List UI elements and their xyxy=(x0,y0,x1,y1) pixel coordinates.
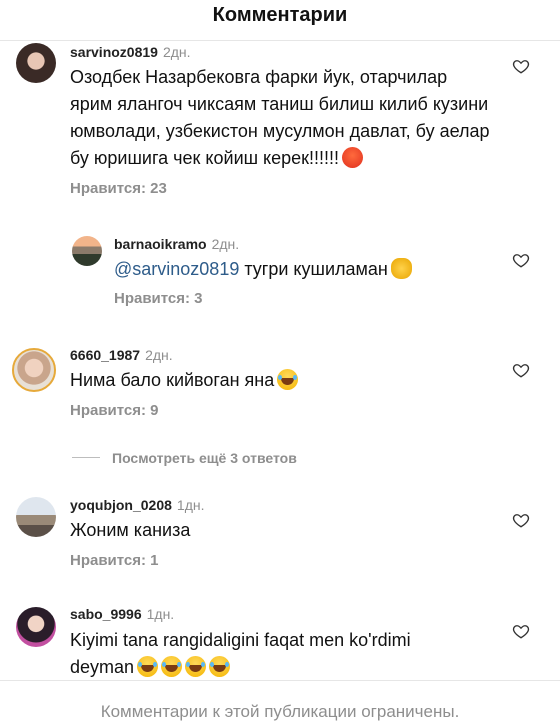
comment-username[interactable]: 6660_1987 2дн. xyxy=(70,347,173,363)
comment-text: @sarvinoz0819 тугри кушиламан xyxy=(114,256,484,283)
mention-link[interactable]: @sarvinoz0819 xyxy=(114,259,239,279)
comment-text: Нима бало кийвоган яна xyxy=(70,367,490,394)
tears-of-joy-icon xyxy=(185,656,207,677)
heart-icon[interactable] xyxy=(512,361,530,379)
comment-username[interactable]: sabo_9996 1дн. xyxy=(70,606,174,622)
comment-body: тугри кушиламан xyxy=(239,259,388,279)
avatar[interactable] xyxy=(16,607,56,647)
clapping-hands-icon xyxy=(390,258,412,279)
comment-body: Жоним каниза xyxy=(70,520,191,540)
comment-text: Озодбек Назарбековга фарки йук, отарчила… xyxy=(70,64,490,172)
comment-username[interactable]: yoqubjon_0208 1дн. xyxy=(70,497,205,513)
heart-icon[interactable] xyxy=(512,622,530,640)
comment-likes[interactable]: Нравится: 9 xyxy=(70,402,159,419)
comment-username[interactable]: barnaoikramo 2дн. xyxy=(114,236,239,252)
view-more-replies-button[interactable]: Посмотреть ещё 3 ответов xyxy=(72,449,297,467)
comment-time: 2дн. xyxy=(145,347,173,363)
comment-body: Нима бало кийвоган яна xyxy=(70,370,275,390)
header: Комментарии xyxy=(0,0,560,32)
avatar[interactable] xyxy=(12,348,56,392)
replies-divider-line xyxy=(72,457,100,459)
avatar[interactable] xyxy=(16,43,56,83)
tears-of-joy-icon xyxy=(137,656,159,677)
avatar[interactable] xyxy=(16,497,56,537)
tears-of-joy-icon xyxy=(209,656,231,677)
username-text[interactable]: yoqubjon_0208 xyxy=(70,497,172,513)
tears-of-joy-icon xyxy=(161,656,183,677)
comment-time: 1дн. xyxy=(176,497,205,513)
view-replies-label[interactable]: Посмотреть ещё 3 ответов xyxy=(112,450,297,466)
heart-icon[interactable] xyxy=(512,511,530,529)
username-text[interactable]: sabo_9996 xyxy=(70,606,142,622)
angry-face-icon xyxy=(342,147,364,168)
page-title: Комментарии xyxy=(212,4,348,26)
comment-body: Озодбек Назарбековга фарки йук, отарчила… xyxy=(70,67,490,168)
comment-text: Жоним каниза xyxy=(70,517,490,544)
comment-time: 2дн. xyxy=(211,236,240,252)
heart-icon[interactable] xyxy=(512,251,530,269)
comment-time: 1дн. xyxy=(146,606,175,622)
comments-restricted-note: Комментарии к этой публикации ограничены… xyxy=(100,702,460,721)
heart-icon[interactable] xyxy=(512,57,530,75)
username-text[interactable]: barnaoikramo xyxy=(114,236,207,252)
username-text[interactable]: 6660_1987 xyxy=(70,347,140,363)
username-text[interactable]: sarvinoz0819 xyxy=(70,44,158,60)
comment-time: 2дн. xyxy=(162,44,191,60)
comment-body: Kiyimi tana rangidaligini faqat men ko'r… xyxy=(70,630,411,677)
tears-of-joy-icon xyxy=(277,369,299,390)
comment-text: Kiyimi tana rangidaligini faqat men ko'r… xyxy=(70,627,450,681)
comment-likes[interactable]: Нравится: 23 xyxy=(70,180,167,197)
comment-likes[interactable]: Нравится: 3 xyxy=(114,290,203,307)
header-divider xyxy=(0,40,560,41)
avatar[interactable] xyxy=(72,236,102,266)
comment-likes[interactable]: Нравится: 1 xyxy=(70,552,159,569)
comment-username[interactable]: sarvinoz0819 2дн. xyxy=(70,44,191,60)
footer-divider xyxy=(0,680,560,681)
